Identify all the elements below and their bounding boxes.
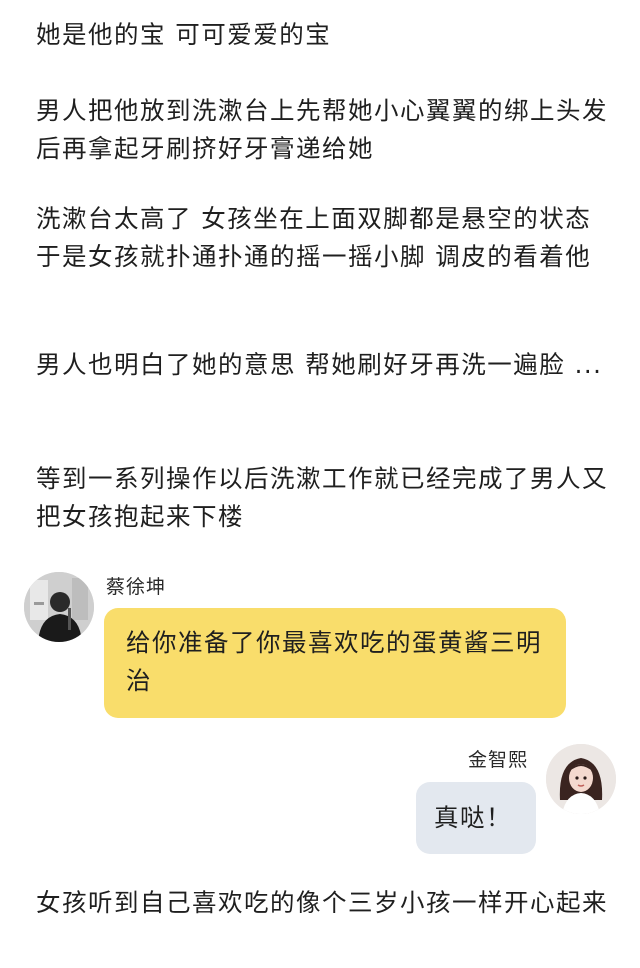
story-paragraph-2: 男人把他放到洗漱台上先帮她小心翼翼的绑上头发后再拿起牙刷挤好牙膏递给她 (36, 96, 608, 163)
male-avatar-icon (24, 572, 94, 642)
message-bubble: 真哒！ (416, 782, 536, 854)
story-paragraph-6: 女孩听到自己喜欢吃的像个三岁小孩一样开心起来 (36, 888, 608, 917)
story-paragraph-5: 等到一系列操作以后洗漱工作就已经完成了男人又把女孩抱起来下楼 (36, 464, 608, 531)
story-paragraph-4: 男人也明白了她的意思 帮她刷好牙再洗一遍脸 ... (36, 350, 603, 379)
female-avatar-icon (546, 744, 616, 814)
avatar[interactable] (546, 744, 616, 814)
message-bubble: 给你准备了你最喜欢吃的蛋黄酱三明治 (104, 608, 566, 718)
avatar[interactable] (24, 572, 94, 642)
story-paragraph-1: 她是他的宝 可可爱爱的宝 (36, 20, 332, 49)
story-paragraph-3: 洗漱台太高了 女孩坐在上面双脚都是悬空的状态 于是女孩就扑通扑通的摇一摇小脚 调… (36, 204, 592, 271)
sender-name: 蔡徐坤 (106, 576, 167, 598)
sender-name: 金智熙 (468, 749, 529, 771)
